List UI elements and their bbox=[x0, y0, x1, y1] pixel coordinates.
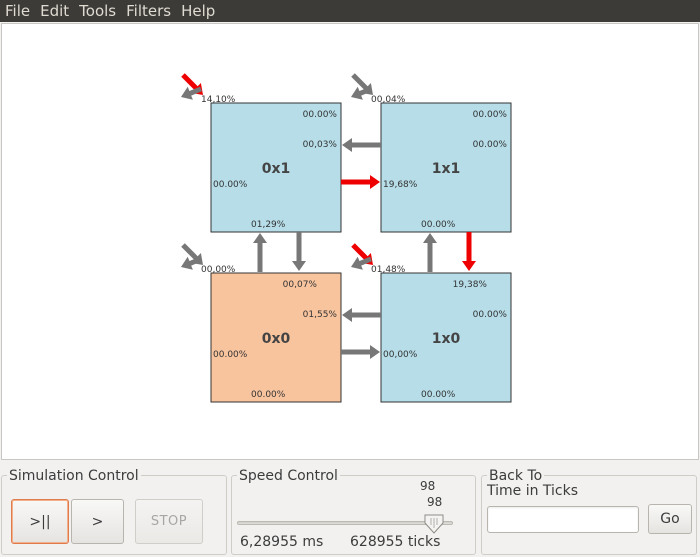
link-1x0-to-1x1-arrow bbox=[423, 233, 437, 272]
node-1x1-east-value: 00.00% bbox=[473, 140, 508, 150]
node-1x0-north-value: 19,38% bbox=[453, 280, 488, 290]
simulation-control-title: Simulation Control bbox=[7, 468, 141, 484]
node-0x1-west-value: 00.00% bbox=[213, 180, 248, 190]
time-in-ticks-input[interactable] bbox=[487, 506, 639, 533]
node-0x0-north-value: 00,07% bbox=[283, 280, 318, 290]
link-1x1-to-0x1-arrow bbox=[342, 138, 381, 152]
node-1x0[interactable]: 1x0 19,38% 00.00% 00,00% 00.00% bbox=[380, 272, 512, 403]
speed-ticks-label: 628955 ticks bbox=[350, 534, 441, 550]
node-0x1-label: 0x1 bbox=[262, 161, 291, 177]
speed-value: 98 bbox=[427, 495, 443, 509]
node-1x1-west-value: 19,68% bbox=[383, 180, 418, 190]
node-0x0[interactable]: 0x0 00,07% 01,55% 00.00% 00.00% bbox=[210, 272, 342, 403]
node-1x1-south-value: 00.00% bbox=[421, 220, 456, 230]
link-0x0-to-1x0-arrow bbox=[341, 345, 380, 359]
node-1x0-east-value: 00.00% bbox=[473, 310, 508, 320]
speed-value-top: 98 bbox=[420, 479, 436, 493]
link-1x0-to-0x0-arrow bbox=[342, 308, 381, 322]
time-in-ticks-label: Time in Ticks bbox=[487, 483, 579, 499]
node-1x0-label: 1x0 bbox=[432, 331, 461, 347]
node-0x0-east-value: 01,55% bbox=[303, 310, 338, 320]
node-1x0-south-value: 00.00% bbox=[421, 390, 456, 400]
step-button[interactable]: > bbox=[71, 499, 124, 544]
stop-button[interactable]: STOP bbox=[135, 499, 203, 544]
node-0x1[interactable]: 0x1 00.00% 00,03% 00.00% 01,29% bbox=[210, 102, 342, 233]
node-1x1-label: 1x1 bbox=[432, 161, 461, 177]
menu-tools[interactable]: Tools bbox=[74, 0, 121, 22]
node-0x0-south-value: 00.00% bbox=[251, 390, 286, 400]
local-0x1-value: 14,10% bbox=[201, 95, 236, 105]
node-1x0-west-value: 00,00% bbox=[383, 350, 418, 360]
speed-slider-thumb[interactable] bbox=[423, 514, 445, 534]
noc-grid-diagram: 0x1 00.00% 00,03% 00.00% 01,29% 1x1 00.0… bbox=[181, 73, 512, 403]
speed-slider-track[interactable] bbox=[237, 521, 453, 525]
play-pause-button[interactable]: >|| bbox=[11, 499, 69, 544]
node-0x0-west-value: 00.00% bbox=[213, 350, 248, 360]
link-0x1-to-0x0-arrow bbox=[292, 232, 306, 271]
node-0x1-south-value: 01,29% bbox=[251, 220, 286, 230]
local-1x1-value: 00,04% bbox=[371, 95, 406, 105]
link-0x1-to-1x1-arrow bbox=[341, 175, 380, 189]
node-1x1-north-value: 00.00% bbox=[473, 110, 508, 120]
simulation-canvas: 0x1 00.00% 00,03% 00.00% 01,29% 1x1 00.0… bbox=[1, 23, 699, 460]
menu-bar: File Edit Tools Filters Help bbox=[0, 0, 700, 22]
node-1x1[interactable]: 1x1 00.00% 00.00% 19,68% 00.00% bbox=[380, 102, 512, 233]
go-button[interactable]: Go bbox=[648, 504, 692, 534]
link-1x1-to-1x0-arrow bbox=[462, 232, 476, 271]
back-to-title: Back To bbox=[487, 468, 545, 484]
node-0x1-east-value: 00,03% bbox=[303, 140, 338, 150]
speed-control-title: Speed Control bbox=[237, 468, 340, 484]
local-0x0-value: 00,00% bbox=[201, 265, 236, 275]
menu-help[interactable]: Help bbox=[176, 0, 220, 22]
node-0x1-north-value: 00.00% bbox=[303, 110, 338, 120]
menu-edit[interactable]: Edit bbox=[35, 0, 74, 22]
node-0x0-label: 0x0 bbox=[262, 331, 291, 347]
menu-file[interactable]: File bbox=[0, 0, 35, 22]
speed-ms-label: 6,28955 ms bbox=[240, 534, 324, 550]
local-1x0-value: 01,48% bbox=[371, 265, 406, 275]
menu-filters[interactable]: Filters bbox=[121, 0, 176, 22]
link-0x0-to-0x1-arrow bbox=[253, 233, 267, 272]
